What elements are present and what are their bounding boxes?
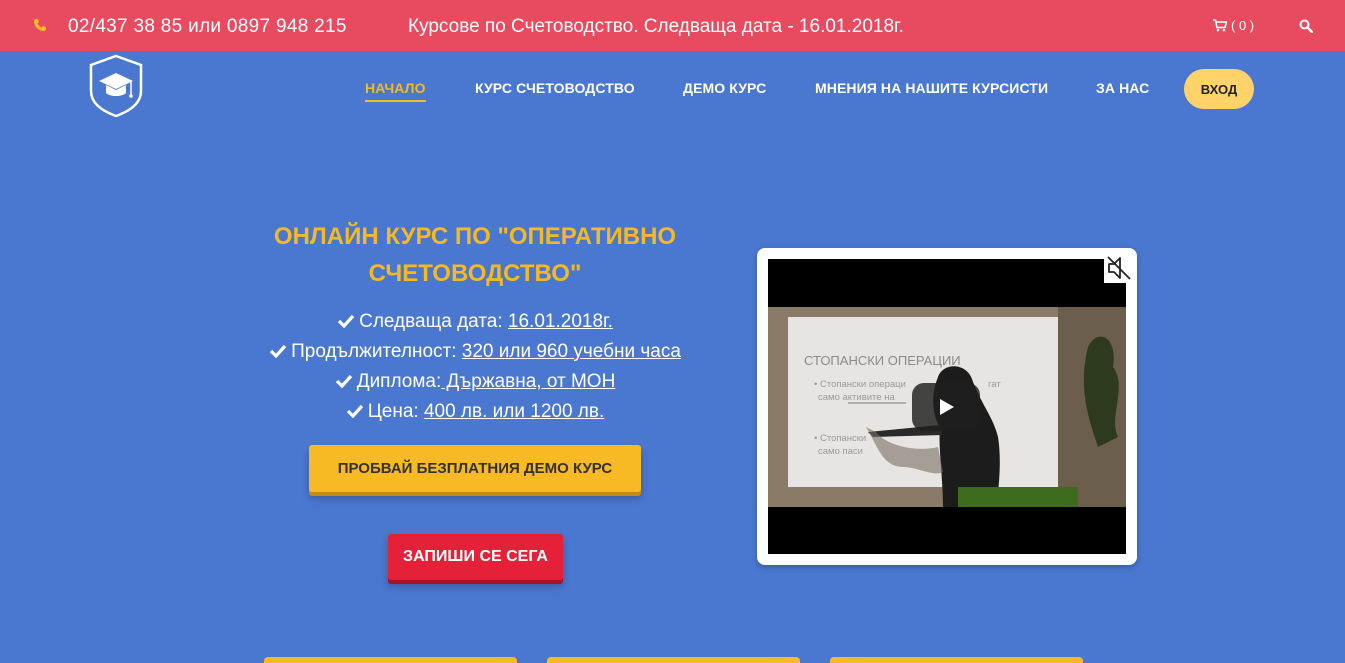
- check-icon: [346, 404, 363, 418]
- mute-icon: [1107, 256, 1131, 280]
- slide-bullet: само паси: [818, 446, 863, 457]
- feature-card[interactable]: [547, 657, 800, 663]
- cart-link[interactable]: ( 0 ): [1213, 18, 1254, 33]
- feature-card[interactable]: [264, 657, 517, 663]
- feature-item-duration: Продължителност: 320 или 960 учебни часа: [200, 337, 750, 367]
- play-icon: [940, 399, 954, 415]
- cart-icon: [1213, 19, 1227, 32]
- nav-item-accounting-course[interactable]: КУРС СЧЕТОВОДСТВО: [475, 80, 635, 96]
- main-nav: НАЧАЛО КУРС СЧЕТОВОДСТВО ДЕМО КУРС МНЕНИ…: [0, 80, 1345, 102]
- login-button[interactable]: ВХОД: [1184, 69, 1254, 109]
- feature-item-diploma: Диплома: Държавна, от МОН: [200, 367, 750, 397]
- check-icon: [337, 314, 355, 328]
- top-bar: 02/437 38 85 или 0897 948 215 Курсове по…: [0, 0, 1345, 51]
- feature-link[interactable]: 16.01.2018г.: [508, 311, 613, 332]
- nav-item-about[interactable]: ЗА НАС: [1096, 80, 1149, 96]
- mute-button[interactable]: [1104, 253, 1134, 283]
- feature-label: Продължителност:: [291, 341, 462, 362]
- search-icon[interactable]: [1299, 19, 1313, 33]
- feature-link[interactable]: 400 лв. или 1200 лв.: [424, 401, 604, 422]
- slide-bullet: само активите на: [818, 392, 895, 403]
- signup-button[interactable]: ЗАПИШИ СЕ СЕГА: [388, 534, 563, 580]
- feature-list: Следваща дата: 16.01.2018г. Продължителн…: [200, 307, 750, 427]
- cart-count: ( 0 ): [1231, 18, 1255, 33]
- check-icon: [335, 374, 352, 388]
- feature-link[interactable]: 320 или 960 учебни часа: [462, 341, 681, 362]
- slide-bullet: • Стопански операци: [814, 379, 906, 390]
- feature-label: Цена:: [367, 401, 424, 422]
- slide-title: СТОПАНСКИ ОПЕРАЦИИ: [804, 353, 961, 368]
- slide-bullet: гат: [988, 379, 1001, 390]
- phone-icon: [34, 19, 46, 31]
- announcement-text: Курсове по Счетоводство. Следваща дата -…: [408, 16, 904, 37]
- feature-link[interactable]: Държавна, от МОН: [441, 371, 616, 392]
- try-demo-button[interactable]: ПРОБВАЙ БЕЗПЛАТНИЯ ДЕМО КУРС: [309, 445, 641, 492]
- play-button[interactable]: [912, 383, 980, 431]
- feature-item-price: Цена: 400 лв. или 1200 лв.: [200, 397, 750, 427]
- feature-item-date: Следваща дата: 16.01.2018г.: [200, 307, 750, 337]
- feature-card[interactable]: [830, 657, 1083, 663]
- hero-title: ОНЛАЙН КУРС ПО "ОПЕРАТИВНО СЧЕТОВОДСТВО": [273, 223, 677, 287]
- feature-label: Следваща дата:: [359, 311, 508, 332]
- nav-item-demo-course[interactable]: ДЕМО КУРС: [683, 80, 766, 96]
- nav-item-reviews[interactable]: МНЕНИЯ НА НАШИТЕ КУРСИСТИ: [815, 80, 1048, 96]
- check-icon: [269, 344, 287, 358]
- slide-bullet: • Стопански: [814, 433, 866, 444]
- feature-label: Диплома:: [356, 371, 442, 392]
- nav-item-home[interactable]: НАЧАЛО: [365, 80, 426, 102]
- phone-number: 02/437 38 85 или 0897 948 215: [68, 16, 347, 37]
